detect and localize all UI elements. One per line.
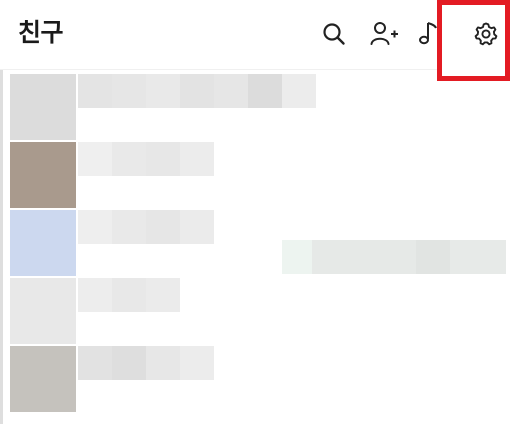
friend-name-label — [180, 210, 214, 244]
music-icon — [415, 20, 437, 48]
friend-name-label — [112, 278, 146, 312]
status-message — [282, 240, 312, 274]
friend-list-item[interactable] — [0, 138, 516, 208]
status-message — [312, 240, 416, 274]
add-friend-button[interactable] — [368, 18, 400, 50]
avatar — [10, 142, 76, 208]
friend-name-label — [248, 74, 282, 108]
search-button[interactable] — [318, 18, 350, 50]
friend-name-label — [180, 142, 214, 176]
friend-name-label — [78, 346, 112, 380]
friends-list — [0, 70, 516, 424]
search-icon — [321, 21, 347, 47]
friend-name-label — [146, 346, 180, 380]
friend-name-label — [112, 142, 146, 176]
friend-name-label — [78, 210, 112, 244]
status-message — [416, 240, 450, 274]
settings-icon — [473, 21, 499, 47]
friend-name-label — [112, 210, 146, 244]
friend-name-label — [180, 74, 214, 108]
avatar — [10, 74, 76, 140]
add-friend-icon — [369, 20, 399, 48]
settings-button[interactable] — [470, 18, 502, 50]
avatar — [10, 346, 76, 412]
avatar — [10, 210, 76, 276]
friend-name-label — [282, 74, 316, 108]
music-button[interactable] — [415, 18, 437, 50]
friend-list-item[interactable] — [0, 70, 516, 140]
friend-name-label — [78, 74, 112, 108]
friend-name-label — [146, 278, 180, 312]
friends-screen: 친구 — [0, 0, 516, 424]
header-bar: 친구 — [0, 0, 516, 70]
friend-list-item[interactable] — [0, 342, 516, 412]
friend-name-label — [146, 142, 180, 176]
friend-name-label — [112, 74, 146, 108]
avatar — [10, 278, 76, 344]
page-title: 친구 — [18, 18, 64, 47]
friend-name-label — [146, 210, 180, 244]
friend-list-item[interactable] — [0, 206, 516, 276]
friend-name-label — [78, 142, 112, 176]
friend-name-label — [146, 74, 180, 108]
friend-name-label — [78, 278, 112, 312]
friend-list-item[interactable] — [0, 274, 516, 344]
friend-name-label — [180, 346, 214, 380]
friend-name-label — [112, 346, 146, 380]
status-message — [450, 240, 506, 274]
friend-name-label — [214, 74, 248, 108]
